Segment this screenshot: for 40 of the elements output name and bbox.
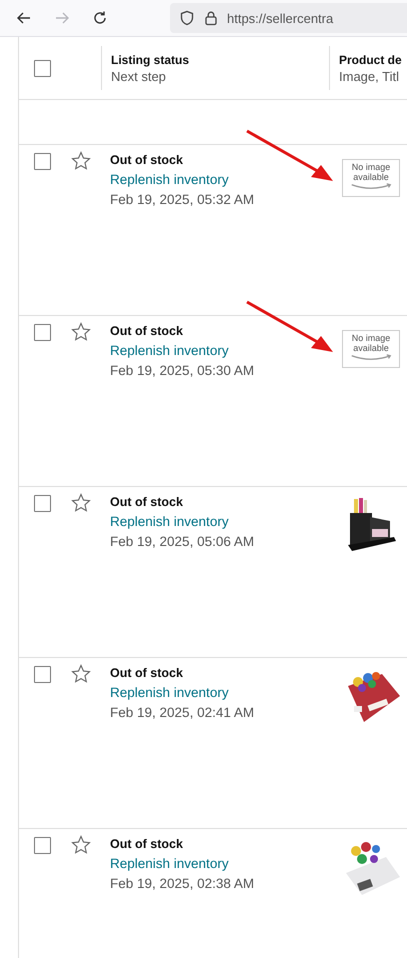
next-step-link[interactable]: Replenish inventory — [110, 685, 229, 700]
column-header: Listing status — [111, 52, 190, 66]
listing-date: Feb 19, 2025, 05:06 AM — [110, 534, 254, 549]
select-all-checkbox[interactable] — [34, 60, 51, 76]
listing-status: Out of stock — [110, 153, 183, 167]
row-checkbox[interactable] — [34, 837, 51, 854]
star-icon[interactable] — [71, 835, 91, 855]
back-icon[interactable] — [16, 10, 32, 26]
lock-icon — [203, 10, 219, 26]
row-checkbox[interactable] — [34, 324, 51, 341]
listing-date: Feb 19, 2025, 02:38 AM — [110, 876, 254, 891]
listing-date: Feb 19, 2025, 05:30 AM — [110, 363, 254, 378]
column-subheader: Image, Titl — [339, 68, 400, 84]
shield-icon — [179, 10, 195, 26]
next-step-link[interactable]: Replenish inventory — [110, 343, 229, 358]
reload-icon[interactable] — [92, 10, 108, 26]
next-step-link[interactable]: Replenish inventory — [110, 172, 229, 187]
placeholder-text: No image — [352, 162, 390, 172]
listing-status: Out of stock — [110, 666, 183, 680]
next-step-link[interactable]: Replenish inventory — [110, 514, 229, 529]
star-icon[interactable] — [71, 664, 91, 684]
star-icon[interactable] — [71, 493, 91, 513]
placeholder-text: available — [353, 172, 389, 182]
listing-status: Out of stock — [110, 837, 183, 851]
placeholder-text: available — [353, 343, 389, 353]
listing-status: Out of stock — [110, 324, 183, 338]
column-header: Product de — [339, 52, 403, 66]
url-text: https://sellercentra — [227, 10, 334, 26]
row-checkbox[interactable] — [34, 495, 51, 512]
placeholder-text: No image — [352, 333, 390, 343]
row-checkbox[interactable] — [34, 153, 51, 170]
address-bar[interactable]: https://sellercentra — [170, 3, 407, 33]
listing-date: Feb 19, 2025, 05:32 AM — [110, 192, 254, 207]
star-icon[interactable] — [71, 151, 91, 171]
listing-status: Out of stock — [110, 495, 183, 509]
next-step-link[interactable]: Replenish inventory — [110, 856, 229, 871]
row-checkbox[interactable] — [34, 666, 51, 683]
star-icon[interactable] — [71, 322, 91, 342]
column-subheader: Next step — [111, 68, 167, 84]
listing-date: Feb 19, 2025, 02:41 AM — [110, 705, 254, 720]
